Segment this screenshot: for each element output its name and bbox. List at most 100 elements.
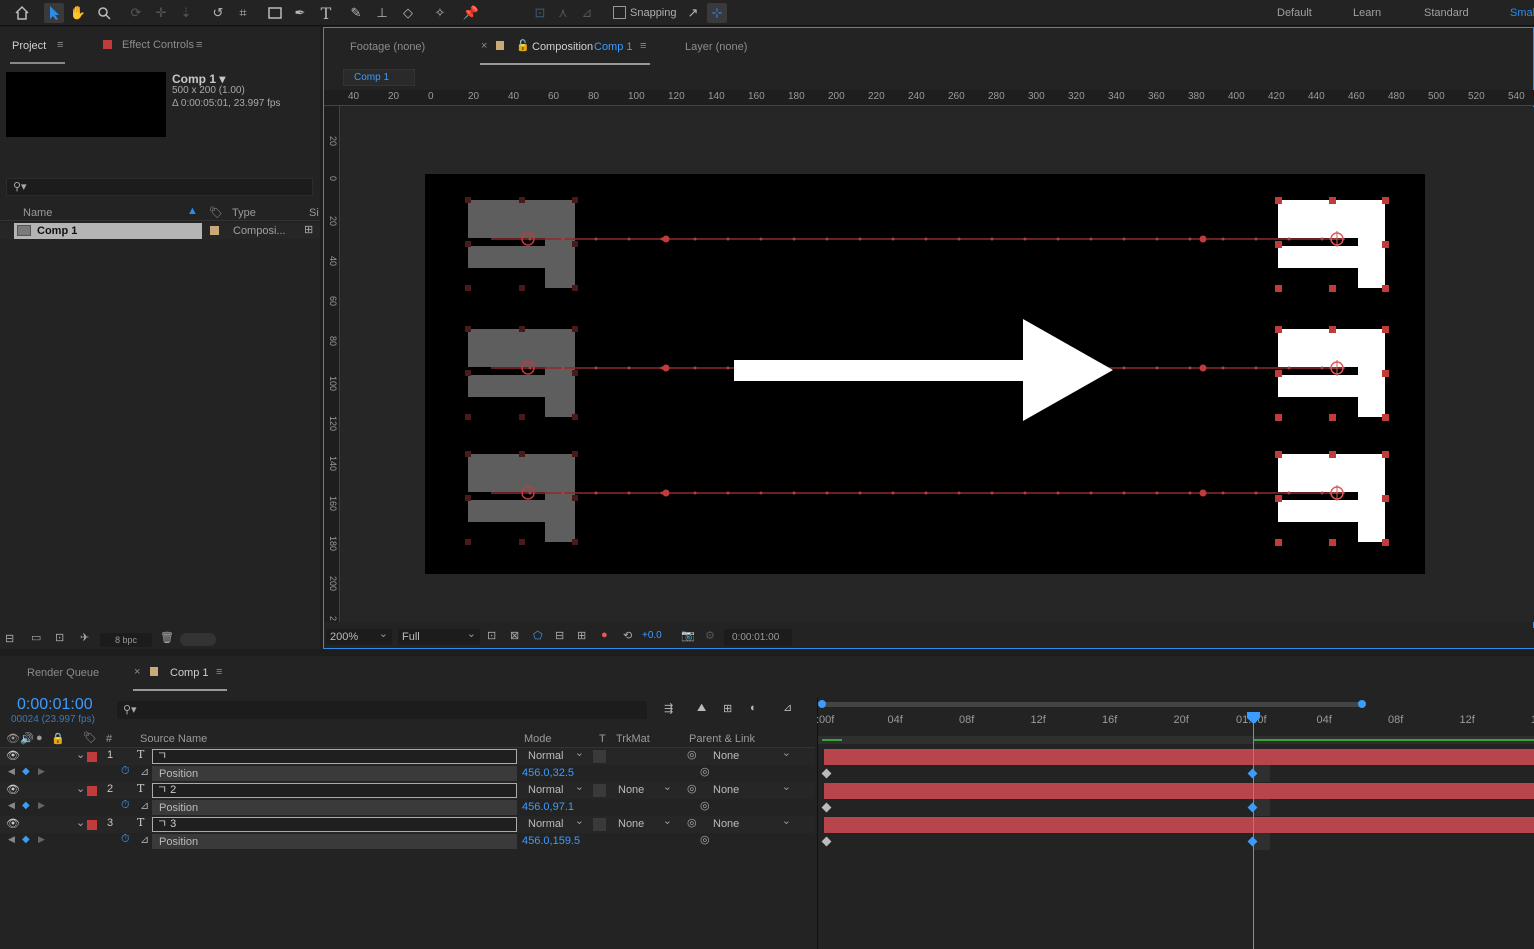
keyframe-marker[interactable] <box>821 802 832 813</box>
workspace-small[interactable]: Small <box>1510 7 1534 19</box>
selection-icon[interactable] <box>44 3 64 23</box>
eye-icon[interactable]: 👁 <box>6 749 20 762</box>
motion-blur-icon[interactable]: ◐ <box>750 702 757 714</box>
col-name[interactable]: Name <box>23 207 52 219</box>
layer-name[interactable]: ㄱ 3 <box>152 817 517 832</box>
pan-behind-icon[interactable]: ✛ <box>151 3 171 23</box>
project-item-row[interactable]: Comp 1 Composi... ⊞ <box>0 223 320 239</box>
project-search-input[interactable]: ⚲▾ <box>6 178 313 196</box>
col-t[interactable]: T <box>599 733 606 745</box>
eye-icon[interactable]: 👁 <box>6 783 20 796</box>
preserve-transparency-checkbox[interactable] <box>593 818 606 831</box>
pickwhip-icon[interactable]: ◎ <box>700 833 710 846</box>
sort-asc-icon[interactable]: ▲ <box>187 205 198 217</box>
new-composition-icon[interactable]: ⊡ <box>55 631 64 644</box>
axis-icon[interactable]: ⋏ <box>553 3 573 23</box>
grid-guides-icon[interactable]: ⊞ <box>577 629 586 642</box>
workspace-default[interactable]: Default <box>1277 7 1312 19</box>
solo-icon[interactable]: ● <box>36 732 43 744</box>
work-area-start[interactable] <box>818 700 826 708</box>
workspace-standard[interactable]: Standard <box>1424 7 1469 19</box>
property-value[interactable]: 456.0,97.1 <box>522 801 574 813</box>
chevron-down-icon[interactable]: ⌄ <box>76 782 85 795</box>
keyframe-marker[interactable] <box>821 768 832 779</box>
home-icon[interactable] <box>12 3 32 23</box>
axis-world-icon[interactable]: ⊿ <box>577 3 597 23</box>
col-size[interactable]: Si <box>309 207 319 219</box>
col-trkmat[interactable]: TrkMat <box>616 733 650 745</box>
video-toggle-icon[interactable]: 👁 <box>6 732 20 745</box>
close-icon[interactable]: × <box>481 40 487 52</box>
flowchart-icon[interactable]: ⊞ <box>304 223 313 236</box>
menu-icon[interactable]: ≡ <box>216 666 222 678</box>
col-number[interactable]: # <box>106 733 112 745</box>
tab-project[interactable]: Project <box>12 40 46 52</box>
lock-icon[interactable]: 🔒 <box>51 732 65 745</box>
snap-feature-icon[interactable]: ⊹ <box>707 3 727 23</box>
snapshot-icon[interactable]: 📷 <box>681 629 695 642</box>
type-icon[interactable]: T <box>316 3 336 23</box>
brush-icon[interactable]: ✎ <box>346 3 366 23</box>
keyframe-icon[interactable]: ◆ <box>22 766 30 777</box>
keyframe-marker[interactable] <box>821 836 832 847</box>
label-color-swatch[interactable] <box>87 752 97 762</box>
show-snapshot-icon[interactable]: ⚙ <box>705 629 715 642</box>
thumbnail-slider[interactable] <box>180 633 216 646</box>
next-keyframe-icon[interactable]: ▶ <box>38 800 45 811</box>
audio-toggle-icon[interactable]: 🔊 <box>20 732 34 745</box>
transparency-grid-icon[interactable]: ⊠ <box>510 629 519 642</box>
layer-duration-bar[interactable] <box>824 783 1534 799</box>
interpret-footage-icon[interactable]: ⊟ <box>5 632 14 645</box>
layer-row[interactable]: 👁 ⌄ 1 T ㄱ Normal ◎ None <box>0 745 815 765</box>
close-icon[interactable]: × <box>134 666 140 678</box>
blend-mode-dropdown[interactable]: Normal <box>524 745 588 764</box>
col-parent[interactable]: Parent & Link <box>689 733 755 745</box>
roto-icon[interactable]: ✧ <box>430 3 450 23</box>
fast-preview-icon[interactable]: ⊡ <box>487 629 496 642</box>
graph-editor-icon[interactable]: ⊿ <box>783 701 792 714</box>
parent-dropdown[interactable]: None <box>709 813 795 832</box>
property-value[interactable]: 456.0,32.5 <box>522 767 574 779</box>
prev-keyframe-icon[interactable]: ◀ <box>8 766 15 777</box>
blend-mode-dropdown[interactable]: Normal <box>524 779 588 798</box>
orbit-icon[interactable]: ⟳ <box>126 3 146 23</box>
playhead-line[interactable] <box>1253 720 1254 949</box>
anchor-icon[interactable]: ⌗ <box>233 3 253 23</box>
reset-exposure-icon[interactable]: ⟲ <box>623 629 632 642</box>
next-keyframe-icon[interactable]: ▶ <box>38 834 45 845</box>
property-row[interactable]: ◀ ◆ ▶ ⏱ ⊿ Position 456.0,159.5 ◎ <box>0 833 815 850</box>
workspace-learn[interactable]: Learn <box>1353 7 1381 19</box>
pickwhip-icon[interactable]: ◎ <box>687 816 697 829</box>
tab-layer[interactable]: Layer (none) <box>685 41 747 53</box>
breadcrumb[interactable]: Comp 1 <box>343 69 415 86</box>
preserve-transparency-checkbox[interactable] <box>593 784 606 797</box>
chevron-down-icon[interactable]: ⌄ <box>76 816 85 829</box>
pickwhip-icon[interactable]: ◎ <box>687 782 697 795</box>
trash-icon[interactable]: 🗑 <box>160 631 174 644</box>
menu-icon[interactable]: ≡ <box>640 40 646 52</box>
pickwhip-icon[interactable]: ◎ <box>687 748 697 761</box>
comp-mini-flowchart-icon[interactable]: ⇶ <box>664 702 673 715</box>
dolly-icon[interactable]: ⇣ <box>176 3 196 23</box>
lock-icon[interactable]: 🔓 <box>516 39 530 52</box>
parent-dropdown[interactable]: None <box>709 779 795 798</box>
chevron-down-icon[interactable]: ⌄ <box>76 748 85 761</box>
label-tag-icon[interactable]: 🏷 <box>209 206 223 219</box>
layer-row[interactable]: 👁 ⌄ 2 T ㄱ 2 Normal None ◎ None <box>0 779 815 799</box>
region-of-interest-icon[interactable]: ⊟ <box>555 629 564 642</box>
puppet-icon[interactable]: 📌 <box>461 3 481 23</box>
layer-row[interactable]: 👁 ⌄ 3 T ㄱ 3 Normal None ◎ None <box>0 813 815 833</box>
align-icon[interactable]: ⊡ <box>530 3 550 23</box>
eraser-icon[interactable]: ◇ <box>398 3 418 23</box>
prev-keyframe-icon[interactable]: ◀ <box>8 800 15 811</box>
label-tag-icon[interactable]: 🏷 <box>83 731 97 744</box>
keyframe-icon[interactable]: ◆ <box>22 800 30 811</box>
resolution-dropdown[interactable]: Full <box>398 626 480 645</box>
pickwhip-icon[interactable]: ◎ <box>700 799 710 812</box>
pickwhip-icon[interactable]: ◎ <box>700 765 710 778</box>
col-source-name[interactable]: Source Name <box>140 733 207 745</box>
zoom-icon[interactable] <box>94 3 114 23</box>
stopwatch-icon[interactable]: ⏱ <box>121 765 130 778</box>
comp-name[interactable]: Comp 1 ▾ <box>172 72 225 86</box>
new-folder-icon[interactable]: ▭ <box>31 631 41 644</box>
